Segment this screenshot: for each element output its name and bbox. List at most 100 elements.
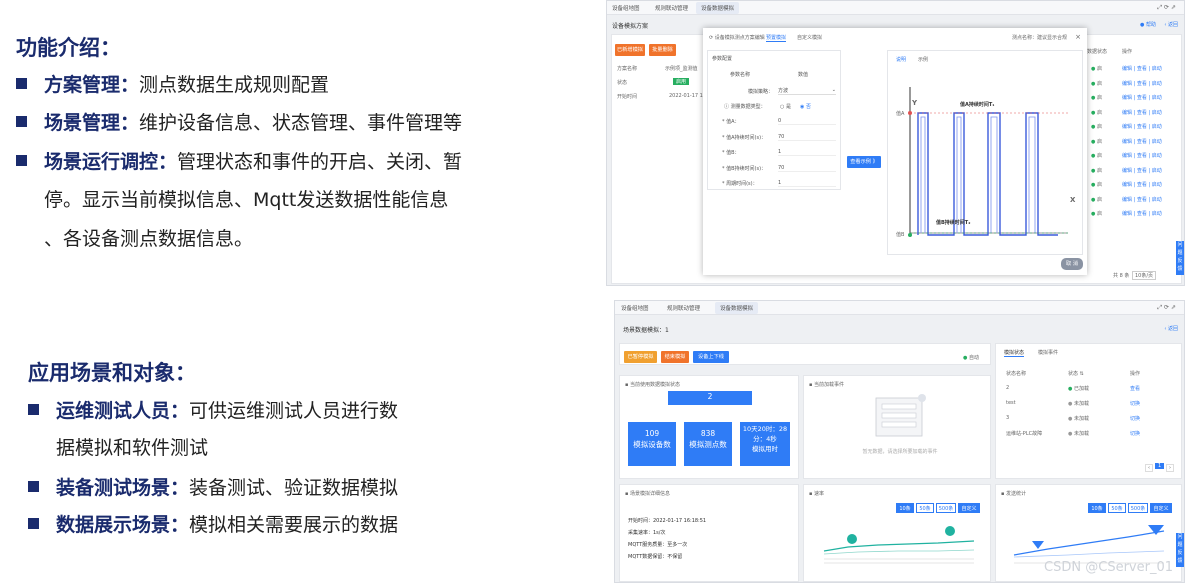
view-example-button[interactable]: 查看示例 》 [847,156,881,168]
help-link[interactable]: ● 帮助 [1140,21,1156,28]
col-op: 操作 [1130,371,1141,377]
speed-seg-50[interactable]: 50条 [916,503,934,513]
param-config-title: 参数配置 [712,56,733,62]
param-field-label: * 周期时间(s)： [722,181,758,187]
top-tab-bar: 设备组地图 规则联动管理 设备数据模拟 ⤢ ⟳ ⇗ [607,1,1184,15]
add-sim-button[interactable]: 已新增模拟 [615,44,645,56]
page-title: 设备模拟方案 [612,23,649,30]
bullet-ops-testers: 运维测试人员：可供运维测试人员进行数 [28,397,398,426]
tab-sim-event[interactable]: 模拟事件 [1038,349,1058,356]
param-field-input[interactable]: 1 [778,180,836,187]
back-link[interactable]: ‹ 返回 [1164,21,1178,28]
radio-no[interactable]: ◉ 否 [800,103,811,110]
state-row-name: 3 [1006,415,1010,421]
plan-row-actions[interactable]: 编辑 | 查看 | 启动 [1122,94,1162,101]
preview-tab-desc[interactable]: 说明 [896,56,906,63]
param-field-input[interactable]: 0 [778,118,836,125]
send-seg-500[interactable]: 500条 [1128,503,1148,513]
plan-row-status: ● 启 [1091,80,1102,87]
plan-row-status: ● 启 [1091,167,1102,174]
mode-select[interactable]: 方波 ⌄ [778,87,836,95]
state-row-action[interactable]: 切换 [1130,400,1140,407]
speed-title: ▪ 速率 [809,491,824,497]
auto-toggle[interactable]: ● 自动 [963,354,979,361]
send-seg-custom[interactable]: 自定义 [1150,503,1172,513]
speed-seg-10[interactable]: 10条 [896,503,914,513]
param-field-label: * 值B持续时间(s)： [722,165,767,172]
plan-row-actions[interactable]: 编辑 | 查看 | 启动 [1122,167,1162,174]
scene-title: 场景数据模拟：1 [623,327,669,334]
plan-name-value: 示例项_监测值 [665,66,698,72]
tab-device-simulation[interactable]: 设备数据模拟 [715,302,759,314]
plan-row-actions[interactable]: 编辑 | 查看 | 启动 [1122,65,1162,72]
tab-device-map[interactable]: 设备组地图 [621,304,649,312]
radio-yes[interactable]: ○ 是 [780,103,791,110]
feedback-tab[interactable]: 问题反馈 [1176,241,1184,275]
plan-row-actions[interactable]: 编辑 | 查看 | 启动 [1122,109,1162,116]
param-field-input[interactable]: 1 [778,149,836,156]
device-online-button[interactable]: 设备上下线 [693,351,729,363]
send-seg-10[interactable]: 10条 [1088,503,1106,513]
speed-point-marker [847,534,857,544]
plan-start-label: 开始时间 [617,94,638,100]
state-row-name: 运维站-PLC故障 [1006,431,1043,437]
feature-heading: 功能介绍： [16,36,121,60]
back-link[interactable]: ‹ 返回 [1164,325,1178,332]
tab-device-map[interactable]: 设备组地图 [612,4,640,12]
speed-chart-card: ▪ 速率 10条 50条 500条 自定义 [803,484,991,582]
page-size-select[interactable]: 10条/页 [1132,271,1157,280]
plan-row-status: ● 启 [1091,211,1102,217]
plan-start-value: 2022-01-17 1... [669,93,708,99]
tab-device-simulation[interactable]: 设备数据模拟 [696,2,740,14]
state-row-action[interactable]: 切换 [1130,430,1140,437]
data-type-label: ⓘ 测量数据类型： [724,104,766,110]
window-controls[interactable]: ⤢ ⟳ ⇗ [1157,304,1176,312]
param-field-input[interactable]: 70 [778,134,836,141]
modal-close-icon[interactable]: × [1075,33,1081,41]
plan-edit-modal: ⟳ 设备模拟测点方案编辑 预置模拟 自定义模拟 测点名称：建议显示合规 × 参数… [703,28,1087,275]
preview-tab-example[interactable]: 示例 [918,56,928,63]
plan-row-status: ● 启 [1091,95,1102,101]
tab-rule-linkage[interactable]: 规则联动管理 [667,304,700,312]
next-page[interactable]: › [1166,464,1174,472]
plan-row-actions[interactable]: 编辑 | 查看 | 启动 [1122,181,1162,188]
value-b-label: 值B [896,232,905,238]
square-wave-diagram [908,87,1068,237]
col-param-name: 参数名称 [730,72,751,78]
page-current[interactable]: 1 [1155,463,1165,469]
prev-page[interactable]: ‹ [1145,464,1153,472]
plan-row-actions[interactable]: 编辑 | 查看 | 启动 [1122,138,1162,145]
modal-cancel-button[interactable]: 取 消 [1061,258,1083,270]
plan-row-actions[interactable]: 编辑 | 查看 | 启动 [1122,80,1162,87]
send-seg-50[interactable]: 50条 [1108,503,1126,513]
speed-seg-500[interactable]: 500条 [936,503,956,513]
duration-b-label: 值B持续时间T₂ [936,220,971,226]
speed-seg-custom[interactable]: 自定义 [958,503,980,513]
bullet-scene-management: 场景管理：维护设备信息、状态管理、事件管理等 [16,109,462,138]
speed-line-chart [823,526,975,564]
state-row-action[interactable]: 查看 [1130,385,1140,392]
modal-tab-custom[interactable]: 自定义模拟 [797,34,822,41]
window-controls[interactable]: ⤢ ⟳ ⇗ [1157,4,1176,12]
param-field-label: * 值A： [722,119,740,125]
plan-row-actions[interactable]: 编辑 | 查看 | 启动 [1122,196,1162,203]
stat-device-count: 109 模拟设备数 [628,422,676,466]
plan-row-actions[interactable]: 编辑 | 查看 | 启动 [1122,123,1162,130]
bullet-plan-management: 方案管理：测点数据生成规则配置 [16,71,329,100]
plan-row-status: ● 启 [1091,153,1102,159]
feedback-tab[interactable]: 问题反馈 [1176,533,1184,567]
param-field-input[interactable]: 70 [778,165,836,172]
state-row-action[interactable]: 切换 [1130,415,1140,422]
plan-row-actions[interactable]: 编辑 | 查看 | 启动 [1122,210,1162,217]
param-field-label: * 值B： [722,150,740,156]
tab-rule-linkage[interactable]: 规则联动管理 [655,4,688,12]
bullet-square-icon [28,404,39,415]
modal-tab-preset[interactable]: 预置模拟 [766,34,787,42]
end-sim-button[interactable]: 结束模拟 [661,351,689,363]
batch-delete-button[interactable]: 批量删除 [649,44,676,56]
pause-sim-button[interactable]: 已暂停模拟 [624,351,657,363]
plan-row-actions[interactable]: 编辑 | 查看 | 启动 [1122,152,1162,159]
ops-testers-continued: 据模拟和软件测试 [56,437,209,459]
tab-sim-state[interactable]: 模拟状态 [1004,349,1025,357]
stat-point-count: 838 模拟测点数 [684,422,732,466]
